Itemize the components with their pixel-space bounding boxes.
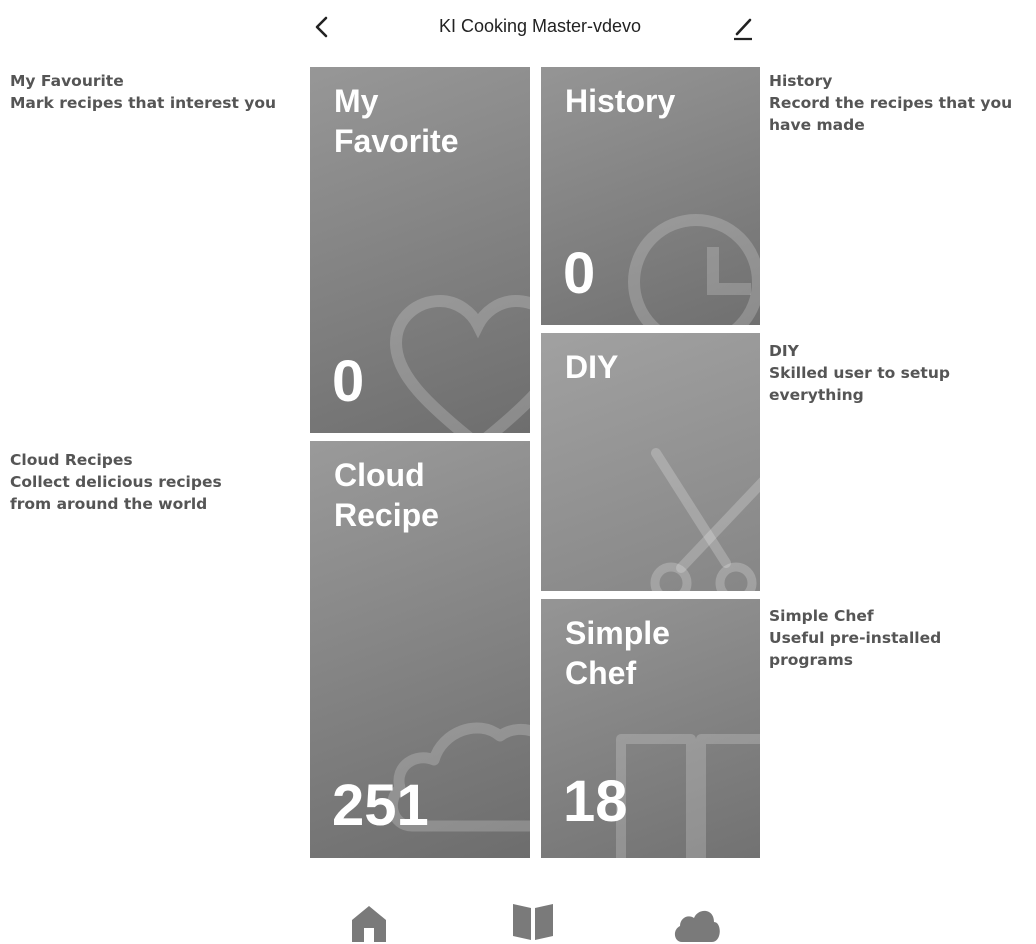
annotation-text: Skilled user to setup xyxy=(769,364,950,382)
tile-title: History xyxy=(565,81,675,121)
annotation-text: programs xyxy=(769,651,853,669)
clock-icon xyxy=(628,214,760,325)
home-icon[interactable] xyxy=(346,902,392,942)
tile-title: Simple Chef xyxy=(565,613,670,693)
tile-count: 0 xyxy=(332,349,365,414)
tile-title: DIY xyxy=(565,347,618,387)
tile-diy[interactable]: DIY xyxy=(541,333,760,591)
tile-title-line: DIY xyxy=(565,349,619,385)
book-icon xyxy=(616,734,760,858)
annotation-heading: DIY xyxy=(769,342,799,360)
annotation-heading: History xyxy=(769,72,833,90)
annotation-heading: Cloud Recipes xyxy=(10,451,133,469)
annotation-diy: DIY Skilled user to setup everything xyxy=(769,340,950,406)
tile-my-favorite[interactable]: My Favorite 0 xyxy=(310,67,530,433)
annotation-history: History Record the recipes that you have… xyxy=(769,70,1012,136)
tile-title-line: Chef xyxy=(565,655,637,691)
annotation-text: have made xyxy=(769,116,865,134)
annotation-simple-chef: Simple Chef Useful pre-installed program… xyxy=(769,605,941,671)
annotation-heading: My Favourite xyxy=(10,72,124,90)
tile-simple-chef[interactable]: Simple Chef 18 xyxy=(541,599,760,858)
tile-history[interactable]: History 0 xyxy=(541,67,760,325)
tile-count: 0 xyxy=(563,241,596,306)
annotation-text: from around the world xyxy=(10,495,208,513)
tile-title-line: History xyxy=(565,83,676,119)
back-chevron-icon[interactable] xyxy=(310,14,334,40)
annotation-text: Mark recipes that interest you xyxy=(10,94,277,112)
annotation-cloud: Cloud Recipes Collect delicious recipes … xyxy=(10,449,222,515)
tile-cloud-recipe[interactable]: Cloud Recipe 251 xyxy=(310,441,530,858)
tile-title-line: Cloud xyxy=(334,457,425,493)
annotation-heading: Simple Chef xyxy=(769,607,874,625)
tile-title-line: Recipe xyxy=(334,497,439,533)
tile-count: 18 xyxy=(563,769,628,834)
tile-title-line: Favorite xyxy=(334,123,459,159)
tile-title: Cloud Recipe xyxy=(334,455,439,535)
tile-title-line: Simple xyxy=(565,615,670,651)
heart-icon xyxy=(389,295,530,433)
annotation-text: Useful pre-installed xyxy=(769,629,942,647)
tile-title: My Favorite xyxy=(334,81,458,161)
cloud-nav-icon[interactable] xyxy=(674,904,720,944)
annotation-favourite: My Favourite Mark recipes that interest … xyxy=(10,70,276,114)
scissors-icon xyxy=(650,448,760,591)
tile-count: 251 xyxy=(332,773,429,838)
tile-title-line: My xyxy=(334,83,379,119)
page-title: KI Cooking Master-vdevo xyxy=(438,16,642,36)
annotation-text: Collect delicious recipes xyxy=(10,473,222,491)
annotation-text: Record the recipes that you xyxy=(769,94,1013,112)
edit-pencil-icon[interactable] xyxy=(730,14,756,42)
book-nav-icon[interactable] xyxy=(510,900,556,940)
annotation-text: everything xyxy=(769,386,864,404)
